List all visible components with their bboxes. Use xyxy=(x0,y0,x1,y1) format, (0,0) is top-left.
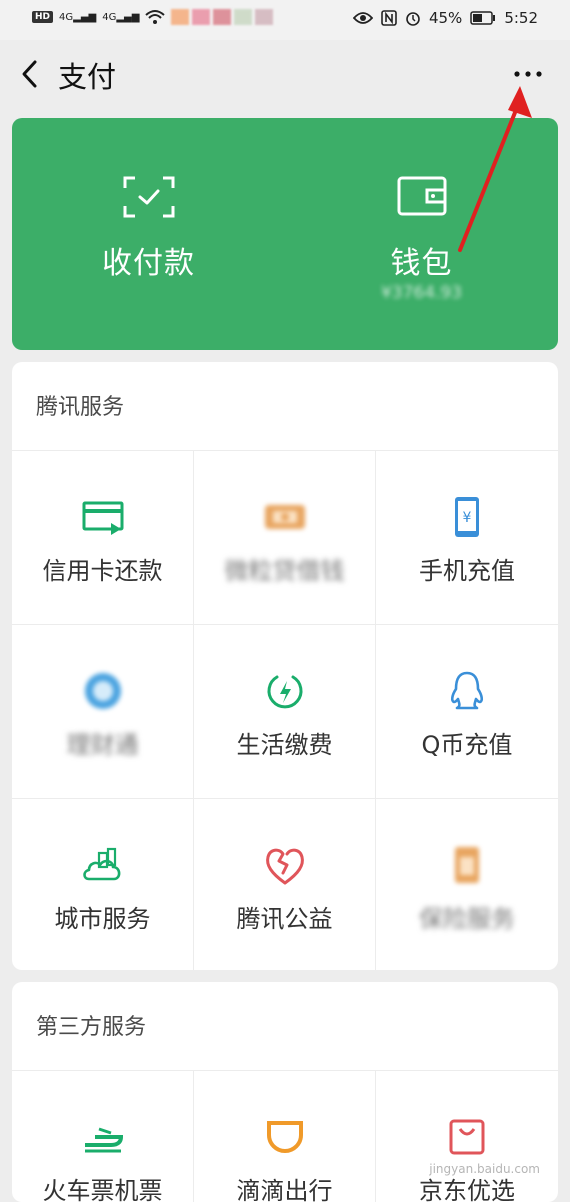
service-charity[interactable]: 腾讯公益 xyxy=(194,799,376,970)
pay-receive-button[interactable]: 收付款 xyxy=(12,118,285,350)
service-insurance[interactable]: 保险服务 xyxy=(376,799,558,970)
city-service-icon xyxy=(82,847,120,881)
signal-4g-icon: 4G▂▄▆ xyxy=(59,11,97,23)
battery-icon xyxy=(470,11,496,25)
service-q-coin[interactable]: Q币充值 xyxy=(376,625,558,799)
service-jd[interactable]: 京东优选 xyxy=(376,1071,558,1202)
credit-card-icon xyxy=(82,501,123,535)
service-label: 火车票机票 xyxy=(42,1177,163,1202)
wifi-icon xyxy=(145,10,166,24)
service-city[interactable]: 城市服务 xyxy=(12,799,194,970)
service-label: 保险服务 xyxy=(419,905,515,933)
charity-heart-icon xyxy=(265,848,304,885)
section-title: 腾讯服务 xyxy=(12,362,558,451)
qq-penguin-icon xyxy=(450,671,484,710)
service-label: 微粒贷借钱 xyxy=(224,557,345,585)
service-wealth[interactable]: 理财通 xyxy=(12,625,194,799)
nfc-icon xyxy=(381,10,397,26)
alarm-icon xyxy=(406,12,420,26)
third-party-services-grid: 火车票机票 滴滴出行 京东优选 xyxy=(12,1071,558,1202)
status-bar: HD 4G▂▄▆ 4G▂▄▆ 45% 5:52 xyxy=(0,0,570,40)
service-train[interactable]: 火车票机票 xyxy=(12,1071,194,1202)
clock-time: 5:52 xyxy=(504,9,538,27)
service-label: 城市服务 xyxy=(54,905,151,933)
insurance-icon xyxy=(455,847,479,883)
train-icon xyxy=(84,1127,123,1153)
service-label: 信用卡还款 xyxy=(42,557,163,585)
wallet-icon xyxy=(397,176,446,216)
svg-text:¥: ¥ xyxy=(463,510,472,526)
service-label: 手机充值 xyxy=(419,557,515,585)
service-phone-topup[interactable]: ¥ 手机充值 xyxy=(376,451,558,625)
didi-icon xyxy=(266,1121,303,1153)
wallet-label: 钱包 xyxy=(390,246,453,281)
wallet-balance: ¥3764.93 xyxy=(380,283,463,303)
wallet-card: 收付款 钱包 ¥3764.93 xyxy=(12,118,558,350)
wallet-button[interactable]: 钱包 ¥3764.93 xyxy=(285,118,558,350)
back-arrow-icon[interactable] xyxy=(18,56,42,92)
phone-topup-icon: ¥ xyxy=(455,497,479,537)
service-loan[interactable]: 微粒贷借钱 xyxy=(194,451,376,625)
section-title: 第三方服务 xyxy=(12,982,558,1071)
tencent-services-section: 腾讯服务 信用卡还款 微粒贷借钱 ¥ 手机充值 理财通 生活缴费 Q币充值 城市… xyxy=(12,362,558,970)
service-label: Q币充值 xyxy=(421,731,513,759)
pay-receive-label: 收付款 xyxy=(102,246,195,281)
notification-icons xyxy=(171,9,274,25)
scan-check-icon xyxy=(123,176,174,218)
page-title: 支付 xyxy=(58,60,117,94)
wealth-icon xyxy=(84,673,121,709)
utility-bill-icon xyxy=(267,675,302,709)
loan-icon xyxy=(264,505,305,529)
hd-badge: HD xyxy=(32,11,54,23)
service-label: 理财通 xyxy=(66,731,139,759)
nav-bar: 支付 xyxy=(0,40,570,110)
battery-percent: 45% xyxy=(428,9,463,27)
eye-icon xyxy=(352,12,373,24)
signal-4g-icon-2: 4G▂▄▆ xyxy=(102,11,140,23)
service-credit-card[interactable]: 信用卡还款 xyxy=(12,451,194,625)
tencent-services-grid: 信用卡还款 微粒贷借钱 ¥ 手机充值 理财通 生活缴费 Q币充值 城市服务 腾讯… xyxy=(12,451,558,970)
watermark: jingyan.baidu.com xyxy=(429,1162,540,1176)
service-label: 滴滴出行 xyxy=(236,1177,333,1202)
service-label: 腾讯公益 xyxy=(236,905,333,933)
more-options-icon[interactable] xyxy=(512,64,544,84)
service-utility-bill[interactable]: 生活缴费 xyxy=(194,625,376,799)
service-label: 生活缴费 xyxy=(236,731,333,759)
service-didi[interactable]: 滴滴出行 xyxy=(194,1071,376,1202)
jd-shopping-icon xyxy=(449,1119,485,1155)
